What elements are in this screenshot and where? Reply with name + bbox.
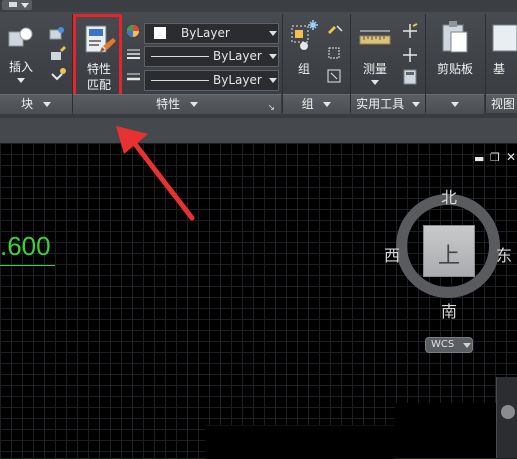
clipboard-label: 剪贴板 bbox=[436, 62, 473, 76]
linetype-preview bbox=[151, 56, 209, 57]
chevron-down-icon bbox=[411, 102, 420, 107]
view-panel-title[interactable]: 视图 bbox=[486, 94, 517, 113]
viewport-close-button[interactable]: ✕ bbox=[506, 150, 516, 164]
block-tools-icons bbox=[49, 27, 66, 81]
group-icon bbox=[291, 20, 318, 50]
dialog-launcher-icon[interactable]: ↘ bbox=[267, 99, 275, 118]
quick-access-strip bbox=[0, 0, 517, 12]
color-swatch bbox=[154, 27, 166, 39]
linetype-dropdown[interactable]: ByLayer bbox=[144, 46, 279, 67]
groups-panel-label: 组 bbox=[301, 97, 314, 111]
chevron-down-icon bbox=[17, 78, 25, 83]
view-panel-label: 视图 bbox=[491, 97, 516, 111]
insert-block-button[interactable]: 插入 bbox=[2, 20, 40, 90]
color-dropdown[interactable]: ByLayer bbox=[144, 23, 279, 44]
chevron-down-icon bbox=[42, 102, 51, 107]
base-view-icon bbox=[492, 24, 517, 52]
ribbon-bottom-band bbox=[0, 118, 517, 143]
chevron-down-icon bbox=[323, 102, 332, 107]
application-menu-button[interactable] bbox=[2, 0, 32, 10]
base-view-button[interactable]: 基 bbox=[489, 18, 517, 90]
dimension-text: .600 bbox=[0, 231, 51, 261]
app-icon bbox=[9, 2, 17, 7]
paste-icon bbox=[442, 21, 468, 53]
canvas-region bbox=[395, 403, 496, 458]
properties-panel-title[interactable]: 特性 ↘ bbox=[73, 94, 281, 114]
compass-north[interactable]: 北 bbox=[441, 184, 457, 208]
compass-west[interactable]: 西 bbox=[384, 242, 400, 266]
chevron-down-icon bbox=[463, 343, 471, 348]
viewport-minimize-button[interactable]: ▬ bbox=[474, 152, 484, 165]
steering-wheel-icon[interactable] bbox=[501, 405, 515, 419]
group-label: 组 bbox=[297, 62, 310, 76]
ucs-label: WCS bbox=[431, 339, 455, 350]
base-view-label: 基 bbox=[493, 62, 506, 76]
viewcube-top-face[interactable]: 上 bbox=[423, 225, 475, 277]
viewcube-top-label: 上 bbox=[437, 244, 460, 269]
canvas-region bbox=[205, 425, 395, 459]
chevron-down-icon bbox=[189, 102, 198, 107]
block-panel-title[interactable]: 块 bbox=[0, 94, 72, 114]
utility-tools-icons bbox=[403, 23, 418, 85]
ucs-menu-button[interactable]: WCS bbox=[425, 337, 473, 353]
properties-side-icons bbox=[127, 25, 140, 81]
measure-button[interactable]: 测量 bbox=[354, 18, 396, 90]
lineweight-dropdown[interactable]: ByLayer bbox=[144, 70, 279, 91]
measure-icon bbox=[359, 30, 391, 45]
block-panel-label: 块 bbox=[21, 97, 34, 111]
chevron-down-icon bbox=[269, 54, 277, 59]
navigation-bar[interactable] bbox=[496, 377, 517, 458]
lineweight-preview bbox=[151, 80, 209, 81]
viewport-restore-button[interactable]: ❐ bbox=[490, 151, 500, 164]
utilities-panel-label: 实用工具 bbox=[356, 97, 405, 111]
compass-south[interactable]: 南 bbox=[441, 298, 457, 322]
group-tools-icons bbox=[327, 25, 343, 83]
chevron-down-icon bbox=[451, 102, 459, 107]
annotation-arrow bbox=[116, 126, 195, 221]
highlight-box bbox=[73, 14, 122, 99]
properties-panel-label: 特性 bbox=[156, 97, 181, 111]
clipboard-button[interactable]: 剪贴板 bbox=[429, 18, 481, 90]
chevron-down-icon bbox=[21, 3, 29, 8]
lineweight-value: ByLayer bbox=[213, 73, 262, 87]
insert-block-icon bbox=[8, 27, 33, 47]
chevron-down-icon bbox=[269, 31, 277, 36]
groups-panel-title[interactable]: 组 bbox=[283, 94, 350, 114]
linetype-value: ByLayer bbox=[213, 49, 262, 63]
chevron-down-icon bbox=[269, 78, 277, 83]
color-value: ByLayer bbox=[181, 26, 230, 40]
chevron-down-icon bbox=[371, 80, 379, 85]
dimension-line bbox=[0, 265, 55, 266]
clipboard-panel-title[interactable] bbox=[426, 94, 484, 114]
compass-east[interactable]: 东 bbox=[496, 242, 512, 266]
group-button[interactable]: 组 bbox=[286, 18, 322, 90]
utilities-panel-title[interactable]: 实用工具 bbox=[351, 94, 425, 114]
insert-label: 插入 bbox=[8, 60, 33, 74]
measure-label: 测量 bbox=[362, 62, 387, 76]
